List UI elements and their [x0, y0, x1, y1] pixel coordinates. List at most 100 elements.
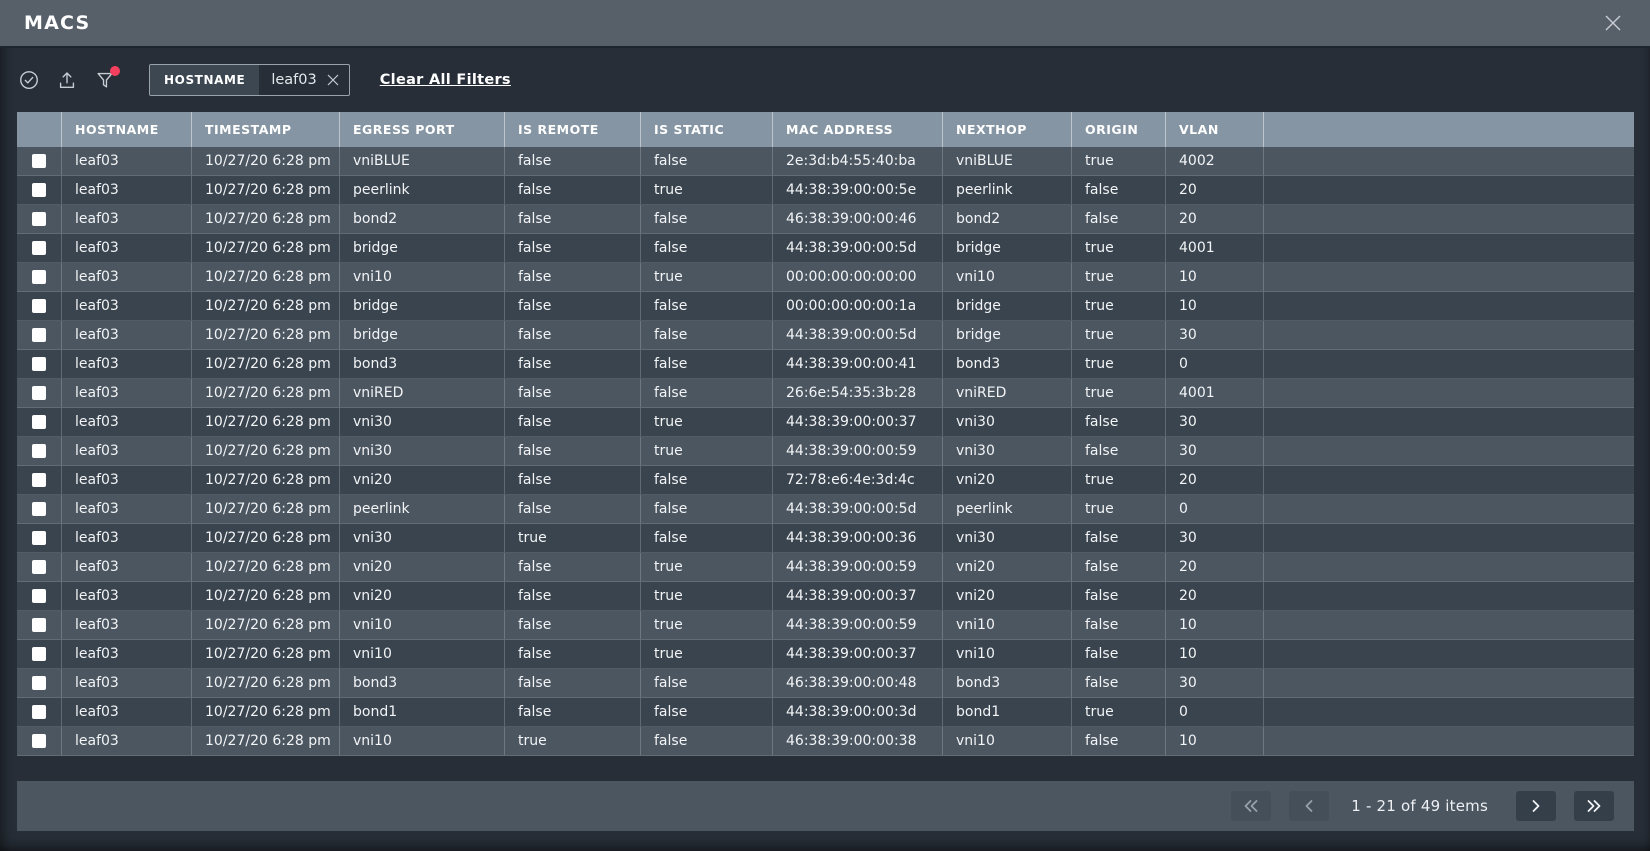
cell-mac-address: 00:00:00:00:00:00: [773, 263, 943, 291]
row-checkbox[interactable]: [32, 502, 46, 516]
cell-timestamp: 10/27/20 6:28 pm: [192, 234, 340, 262]
row-checkbox[interactable]: [32, 647, 46, 661]
cell-nexthop: vniBLUE: [943, 147, 1072, 175]
export-button[interactable]: [55, 68, 79, 92]
row-filler: [1264, 727, 1634, 755]
cell-nexthop: vni20: [943, 553, 1072, 581]
row-checkbox-cell: [17, 727, 62, 755]
cell-is-static: true: [641, 437, 773, 465]
upload-icon: [56, 69, 78, 91]
select-rows-button[interactable]: [17, 68, 41, 92]
row-checkbox[interactable]: [32, 386, 46, 400]
header-origin[interactable]: ORIGIN: [1072, 112, 1166, 147]
table-row: leaf0310/27/20 6:28 pmvni20falsetrue44:3…: [17, 582, 1634, 611]
filter-chip-remove-button[interactable]: [325, 72, 341, 88]
cell-timestamp: 10/27/20 6:28 pm: [192, 263, 340, 291]
next-page-button[interactable]: [1516, 791, 1556, 821]
cell-hostname: leaf03: [62, 292, 192, 320]
chevron-right-icon: [1531, 799, 1541, 813]
row-checkbox[interactable]: [32, 531, 46, 545]
cell-timestamp: 10/27/20 6:28 pm: [192, 466, 340, 494]
row-checkbox[interactable]: [32, 589, 46, 603]
row-checkbox[interactable]: [32, 270, 46, 284]
header-nexthop[interactable]: NEXTHOP: [943, 112, 1072, 147]
row-filler: [1264, 466, 1634, 494]
header-is-static[interactable]: IS STATIC: [641, 112, 773, 147]
cell-nexthop: vni30: [943, 437, 1072, 465]
cell-egress-port: vniBLUE: [340, 147, 505, 175]
row-checkbox[interactable]: [32, 618, 46, 632]
row-filler: [1264, 263, 1634, 291]
cell-is-remote: false: [505, 437, 641, 465]
cell-mac-address: 44:38:39:00:00:37: [773, 582, 943, 610]
table-row: leaf0310/27/20 6:28 pmbridgefalsefalse44…: [17, 234, 1634, 263]
cell-is-static: false: [641, 205, 773, 233]
first-page-button[interactable]: [1231, 791, 1271, 821]
row-checkbox[interactable]: [32, 357, 46, 371]
clear-all-filters-link[interactable]: Clear All Filters: [380, 72, 511, 88]
header-hostname[interactable]: HOSTNAME: [62, 112, 192, 147]
row-checkbox[interactable]: [32, 705, 46, 719]
row-checkbox[interactable]: [32, 415, 46, 429]
row-checkbox[interactable]: [32, 154, 46, 168]
cell-origin: true: [1072, 321, 1166, 349]
row-filler: [1264, 437, 1634, 465]
cell-is-static: false: [641, 379, 773, 407]
cell-nexthop: bond3: [943, 669, 1072, 697]
cell-timestamp: 10/27/20 6:28 pm: [192, 437, 340, 465]
row-checkbox[interactable]: [32, 183, 46, 197]
header-vlan[interactable]: VLAN: [1166, 112, 1264, 147]
row-filler: [1264, 292, 1634, 320]
cell-hostname: leaf03: [62, 524, 192, 552]
table-row: leaf0310/27/20 6:28 pmvni20falsetrue44:3…: [17, 553, 1634, 582]
row-checkbox[interactable]: [32, 560, 46, 574]
pagination-bar: 1 - 21 of 49 items: [17, 781, 1634, 831]
row-checkbox[interactable]: [32, 212, 46, 226]
cell-is-remote: false: [505, 379, 641, 407]
cell-hostname: leaf03: [62, 437, 192, 465]
cell-vlan: 30: [1166, 408, 1264, 436]
cell-egress-port: bond3: [340, 350, 505, 378]
table-row: leaf0310/27/20 6:28 pmpeerlinkfalsefalse…: [17, 495, 1634, 524]
row-checkbox[interactable]: [32, 241, 46, 255]
cell-timestamp: 10/27/20 6:28 pm: [192, 727, 340, 755]
cell-is-remote: false: [505, 408, 641, 436]
cell-origin: false: [1072, 669, 1166, 697]
row-checkbox-cell: [17, 321, 62, 349]
close-button[interactable]: [1600, 10, 1626, 36]
row-checkbox[interactable]: [32, 676, 46, 690]
cell-origin: true: [1072, 263, 1166, 291]
row-checkbox[interactable]: [32, 444, 46, 458]
filter-button[interactable]: [93, 68, 117, 92]
cell-nexthop: bond3: [943, 350, 1072, 378]
cell-nexthop: bond2: [943, 205, 1072, 233]
header-is-remote[interactable]: IS REMOTE: [505, 112, 641, 147]
row-checkbox[interactable]: [32, 328, 46, 342]
cell-hostname: leaf03: [62, 263, 192, 291]
row-checkbox[interactable]: [32, 473, 46, 487]
cell-mac-address: 44:38:39:00:00:37: [773, 408, 943, 436]
header-mac-address[interactable]: MAC ADDRESS: [773, 112, 943, 147]
prev-page-button[interactable]: [1289, 791, 1329, 821]
row-checkbox[interactable]: [32, 299, 46, 313]
cell-egress-port: vni30: [340, 408, 505, 436]
header-timestamp[interactable]: TIMESTAMP: [192, 112, 340, 147]
cell-is-remote: false: [505, 553, 641, 581]
filter-chip-value: leaf03: [271, 72, 316, 88]
page-title: MACS: [24, 12, 90, 34]
header-egress-port[interactable]: EGRESS PORT: [340, 112, 505, 147]
cell-timestamp: 10/27/20 6:28 pm: [192, 292, 340, 320]
cell-is-remote: false: [505, 292, 641, 320]
cell-is-remote: false: [505, 640, 641, 668]
cell-vlan: 20: [1166, 582, 1264, 610]
last-page-button[interactable]: [1574, 791, 1614, 821]
cell-mac-address: 44:38:39:00:00:5d: [773, 234, 943, 262]
row-checkbox[interactable]: [32, 734, 46, 748]
cell-timestamp: 10/27/20 6:28 pm: [192, 321, 340, 349]
cell-vlan: 20: [1166, 176, 1264, 204]
cell-timestamp: 10/27/20 6:28 pm: [192, 611, 340, 639]
cell-is-remote: false: [505, 466, 641, 494]
macs-table: HOSTNAME TIMESTAMP EGRESS PORT IS REMOTE…: [17, 112, 1634, 756]
cell-is-remote: true: [505, 524, 641, 552]
cell-origin: true: [1072, 350, 1166, 378]
